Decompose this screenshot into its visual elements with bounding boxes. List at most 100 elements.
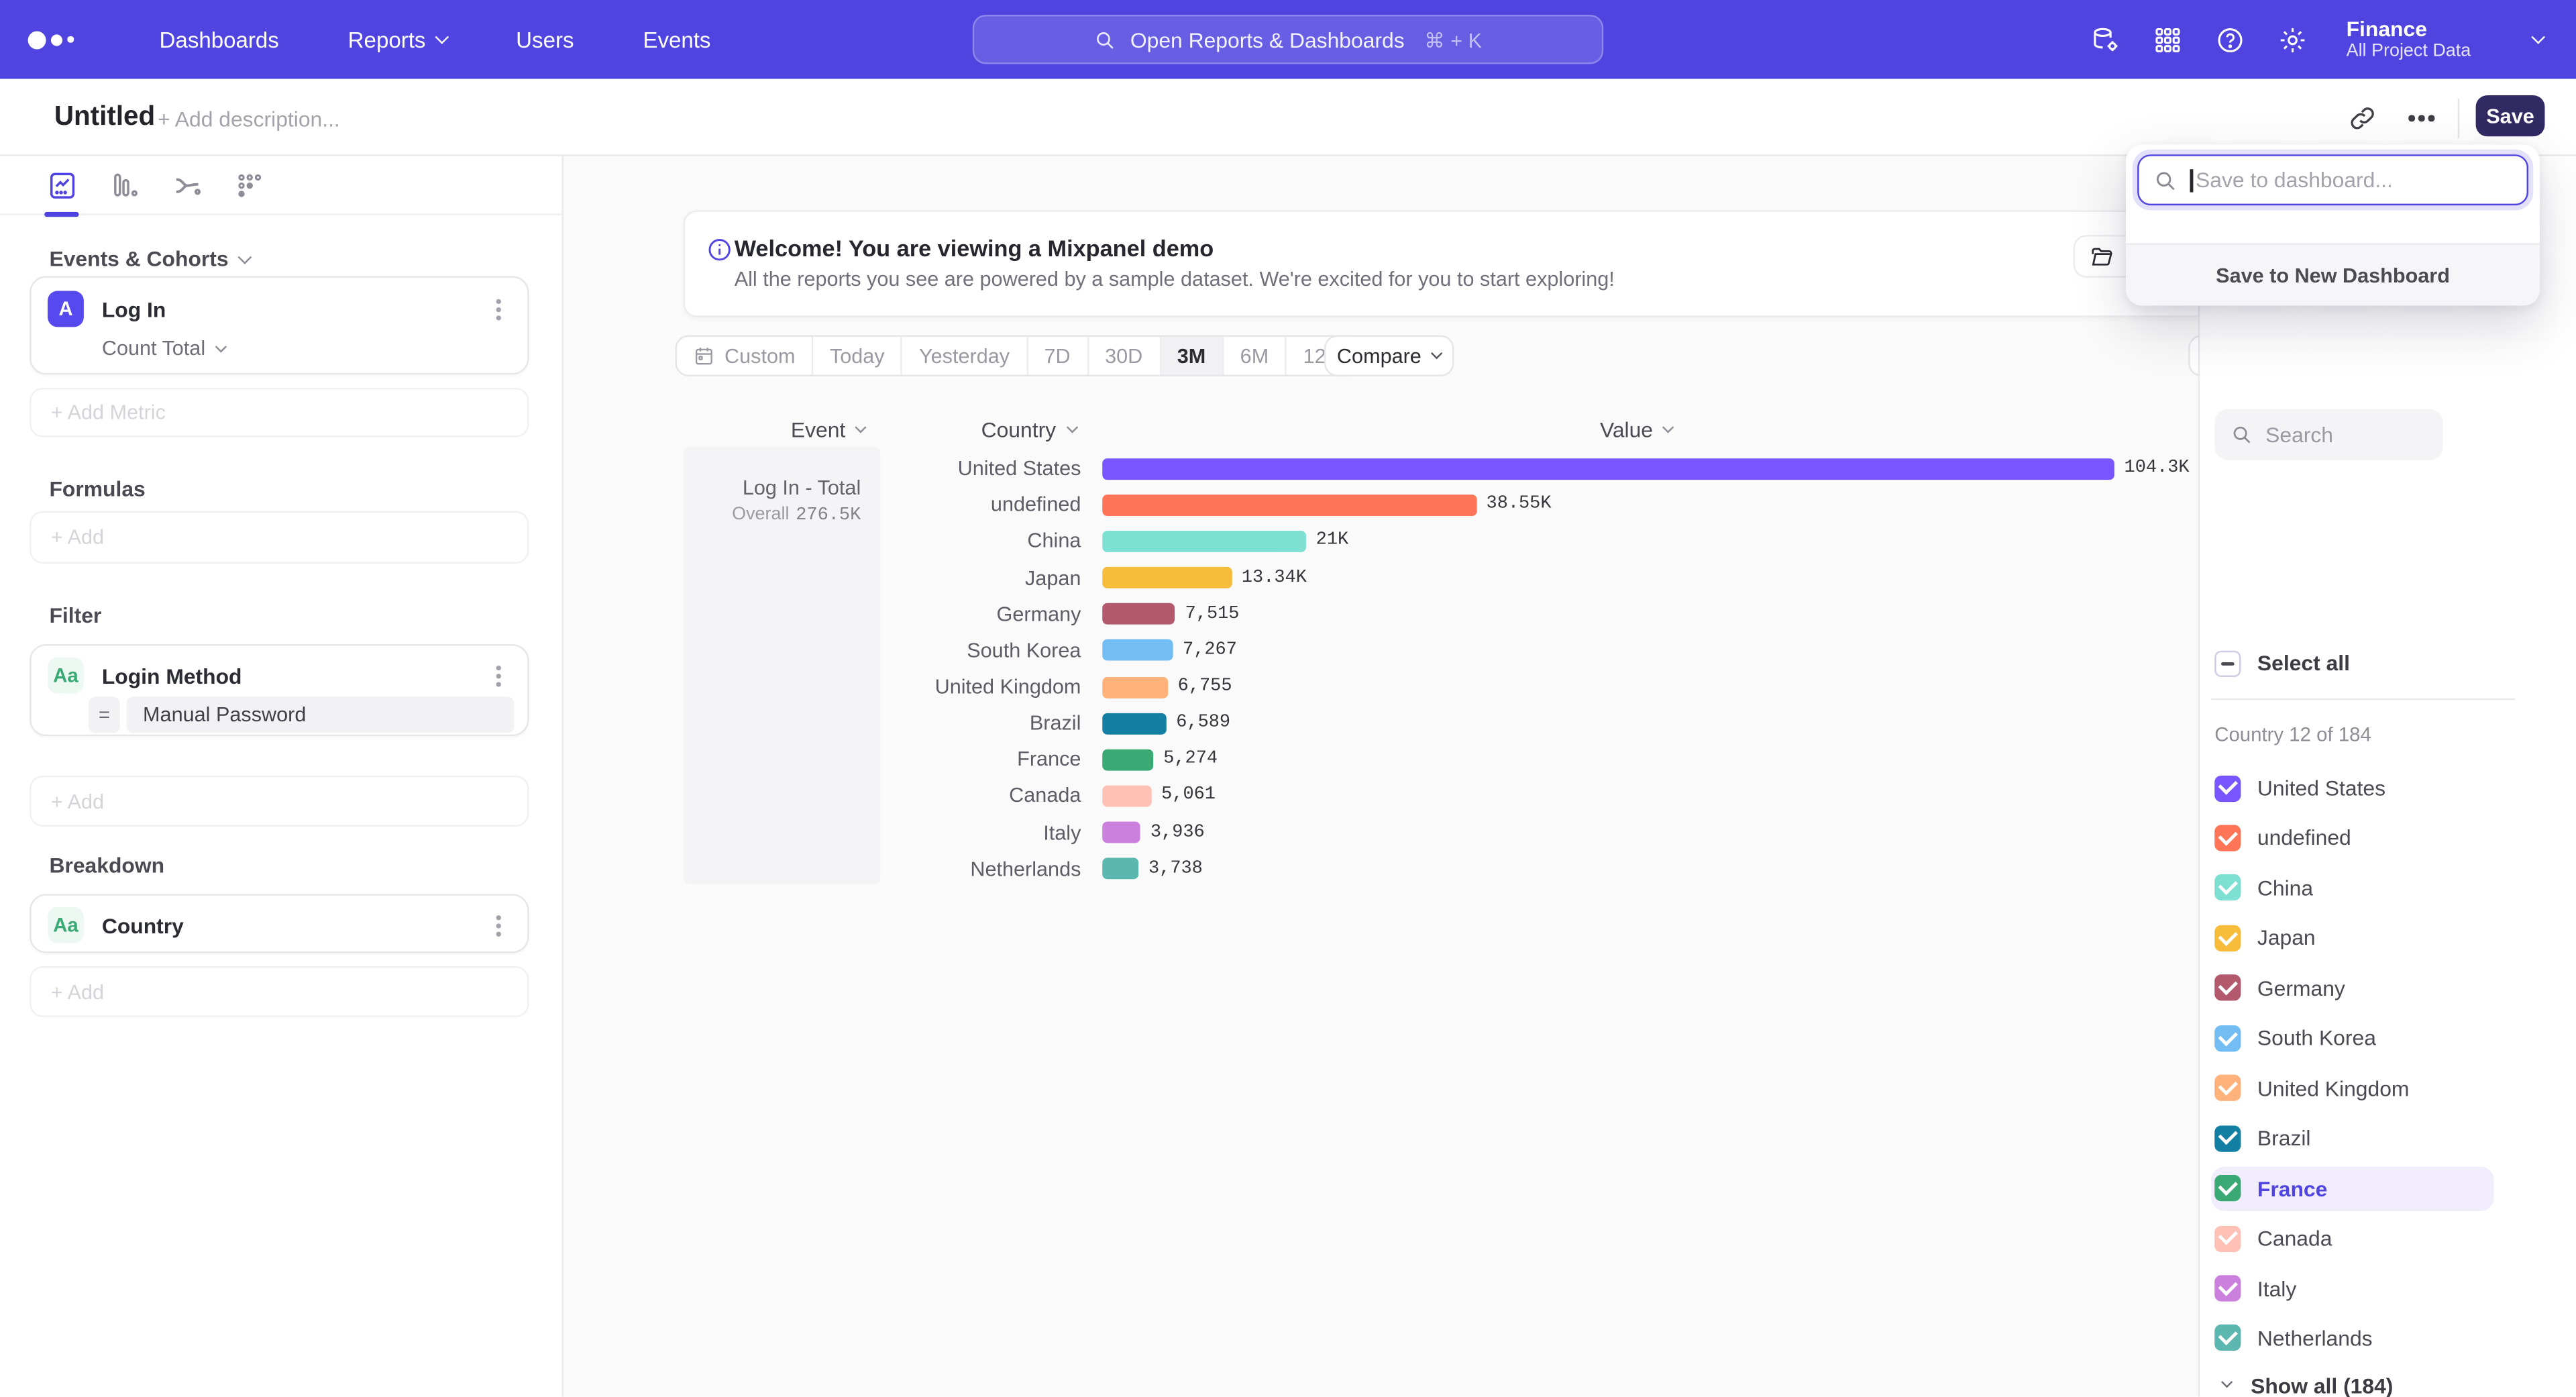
help-icon[interactable] (2215, 24, 2247, 56)
events-cohorts-header[interactable]: Events & Cohorts (49, 246, 250, 271)
bar-segment[interactable] (1102, 858, 1138, 880)
series-checkbox[interactable] (2214, 775, 2241, 801)
bar-value: 38.55K (1487, 495, 1552, 515)
series-checkbox[interactable] (2214, 925, 2241, 951)
column-header-event[interactable]: Event (791, 417, 865, 442)
nav-item-reports[interactable]: Reports (348, 27, 447, 52)
bar-segment[interactable] (1102, 531, 1306, 552)
metric-name[interactable]: Log In (102, 297, 496, 321)
series-row-canada[interactable]: Canada (2200, 1216, 2576, 1260)
date-range-30d[interactable]: 30D (1089, 337, 1161, 374)
bar-value: 13.34K (1242, 568, 1307, 587)
compare-button[interactable]: Compare (1324, 335, 1454, 376)
bar-segment[interactable] (1102, 458, 2114, 479)
breakdown-property-name[interactable]: Country (102, 913, 496, 937)
bar-segment[interactable] (1102, 786, 1151, 807)
add-filter-button[interactable]: + Add (30, 776, 529, 827)
chevron-down-icon (2221, 1376, 2233, 1387)
filter-property-name[interactable]: Login Method (102, 663, 496, 688)
add-description-button[interactable]: + Add description... (158, 107, 340, 132)
series-checkbox[interactable] (2214, 875, 2241, 901)
bar-segment[interactable] (1102, 640, 1173, 662)
chevron-down-icon (435, 30, 449, 44)
save-button[interactable]: Save (2476, 95, 2545, 136)
save-to-new-dashboard-button[interactable]: Save to New Dashboard (2126, 243, 2540, 305)
breakdown-kebab-icon[interactable] (496, 923, 501, 927)
date-range-yesterday[interactable]: Yesterday (903, 337, 1028, 374)
tab-retention[interactable] (233, 168, 266, 201)
breakdown-card[interactable]: Aa Country (30, 894, 529, 953)
nav-item-users[interactable]: Users (516, 27, 574, 52)
metric-aggregation[interactable]: Count Total (102, 337, 527, 360)
filter-operator[interactable]: = (89, 696, 120, 733)
series-checkbox[interactable] (2214, 975, 2241, 1001)
bar-segment[interactable] (1102, 822, 1140, 843)
series-row-netherlands[interactable]: Netherlands (2200, 1316, 2576, 1360)
nav-item-events[interactable]: Events (643, 27, 710, 52)
apps-grid-icon[interactable] (2153, 24, 2184, 56)
filter-kebab-icon[interactable] (496, 673, 501, 678)
bar-segment[interactable] (1102, 567, 1232, 588)
metric-kebab-icon[interactable] (496, 307, 501, 311)
more-options-icon[interactable] (2408, 115, 2414, 121)
bar-segment[interactable] (1102, 603, 1175, 625)
tab-flows[interactable] (171, 168, 204, 201)
series-row-united-states[interactable]: United States (2200, 766, 2576, 810)
bar-value: 3,936 (1150, 823, 1205, 842)
add-formula-button[interactable]: + Add (30, 511, 529, 564)
metric-card[interactable]: A Log In Count Total (30, 276, 529, 374)
series-checkbox[interactable] (2214, 1175, 2241, 1201)
copy-link-icon[interactable] (2348, 103, 2377, 133)
series-checkbox[interactable] (2214, 825, 2241, 851)
series-row-france[interactable]: France (2200, 1166, 2576, 1210)
data-management-icon[interactable] (2090, 24, 2122, 56)
series-row-italy[interactable]: Italy (2200, 1266, 2576, 1310)
bar-label: China (684, 530, 1081, 553)
project-switcher[interactable]: Finance All Project Data (2347, 17, 2543, 62)
column-header-country[interactable]: Country (981, 417, 1076, 442)
mixpanel-logo-icon[interactable] (28, 30, 84, 48)
report-title[interactable]: Untitled (54, 102, 155, 134)
save-dashboard-search-input[interactable]: Save to dashboard... (2137, 154, 2528, 205)
date-range-3m[interactable]: 3M (1161, 337, 1224, 374)
date-range-6m[interactable]: 6M (1224, 337, 1287, 374)
show-all-button[interactable]: Show all (184) (2220, 1365, 2532, 1397)
series-checkbox[interactable] (2214, 1275, 2241, 1301)
add-metric-button[interactable]: + Add Metric (30, 388, 529, 437)
settings-gear-icon[interactable] (2277, 24, 2309, 56)
series-row-japan[interactable]: Japan (2200, 916, 2576, 960)
tab-funnels[interactable] (109, 168, 142, 201)
date-range-today[interactable]: Today (813, 337, 902, 374)
header-divider (2458, 99, 2459, 138)
info-icon (706, 237, 733, 263)
date-range-custom[interactable]: Custom (677, 337, 813, 374)
nav-item-dashboards[interactable]: Dashboards (160, 27, 279, 52)
series-checkbox[interactable] (2214, 1075, 2241, 1101)
date-range-7d[interactable]: 7D (1028, 337, 1089, 374)
select-all-row[interactable]: Select all (2200, 641, 2576, 685)
bar-segment[interactable] (1102, 713, 1166, 734)
select-all-checkbox[interactable] (2214, 650, 2241, 676)
chart-row-netherlands: Netherlands3,738 (684, 851, 2425, 887)
series-row-south-korea[interactable]: South Korea (2200, 1016, 2576, 1060)
series-row-china[interactable]: China (2200, 866, 2576, 910)
bar-segment[interactable] (1102, 676, 1168, 698)
series-search-input[interactable]: Search (2214, 409, 2443, 460)
series-checkbox[interactable] (2214, 1225, 2241, 1251)
series-row-brazil[interactable]: Brazil (2200, 1116, 2576, 1160)
series-row-undefined[interactable]: undefined (2200, 816, 2576, 860)
bar-segment[interactable] (1102, 494, 1477, 515)
project-name: Finance (2347, 17, 2471, 40)
add-breakdown-button[interactable]: + Add (30, 966, 529, 1017)
filter-card[interactable]: Aa Login Method = Manual Password (30, 644, 529, 736)
tab-insights[interactable] (46, 168, 79, 201)
column-header-value[interactable]: Value (1600, 417, 1672, 442)
series-checkbox[interactable] (2214, 1325, 2241, 1351)
filter-value[interactable]: Manual Password (127, 696, 515, 733)
series-checkbox[interactable] (2214, 1025, 2241, 1051)
bar-segment[interactable] (1102, 749, 1153, 770)
series-checkbox[interactable] (2214, 1125, 2241, 1151)
global-search-button[interactable]: Open Reports & Dashboards ⌘ + K (973, 15, 1603, 64)
series-row-germany[interactable]: Germany (2200, 966, 2576, 1011)
series-row-united-kingdom[interactable]: United Kingdom (2200, 1066, 2576, 1110)
